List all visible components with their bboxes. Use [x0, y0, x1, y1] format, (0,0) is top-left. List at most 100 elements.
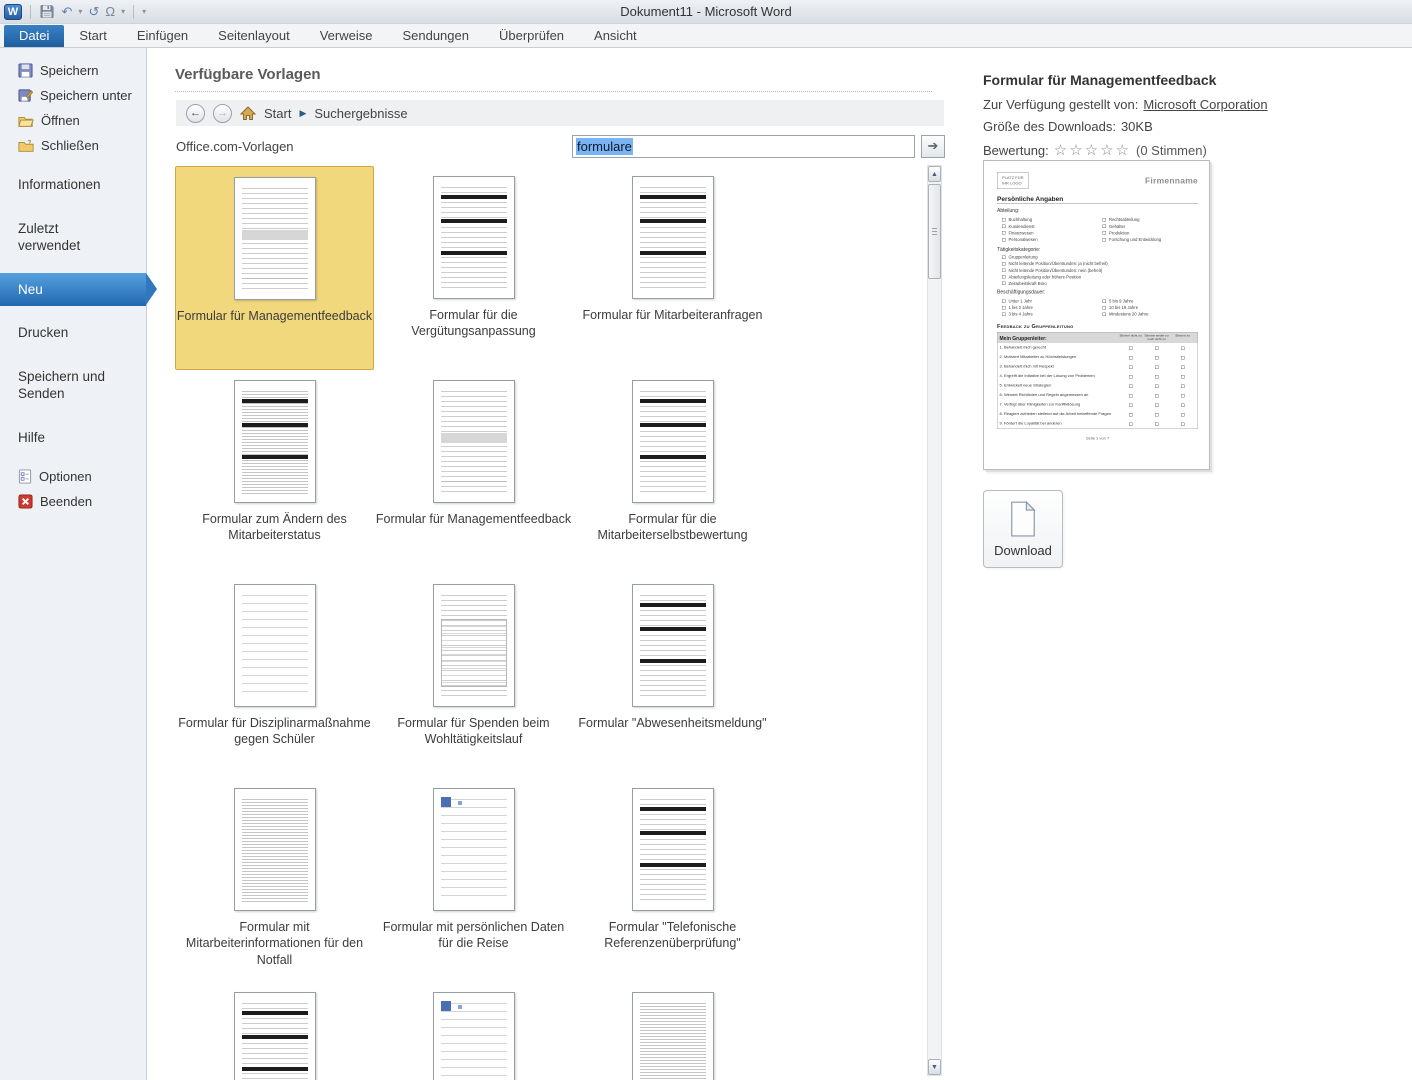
sidebar-item-speichern-und-senden[interactable]: Speichern und Senden — [0, 360, 130, 411]
sidebar-item-beenden[interactable]: Beenden — [0, 489, 146, 514]
sidebar-item-informationen[interactable]: Informationen — [0, 168, 146, 202]
sidebar-item-label: Optionen — [39, 469, 92, 484]
template-label: Formular für Spenden beim Wohltätigkeits… — [376, 715, 572, 748]
sidebar-item-neu[interactable]: Neu — [0, 273, 146, 307]
template-thumbnail — [234, 992, 316, 1080]
template-item[interactable]: Formular "Telefonische Referenzenüberprü… — [573, 778, 772, 982]
sidebar-item-optionen[interactable]: Optionen — [0, 464, 146, 489]
sidebar-item-label: Öffnen — [41, 113, 80, 128]
sidebar-item-schliessen[interactable]: Schließen — [0, 133, 146, 158]
template-label: Formular für die Vergütungsanpassung — [376, 307, 572, 340]
sidebar-item-speichern-unter[interactable]: Speichern unter — [0, 83, 146, 108]
tab-start[interactable]: Start — [64, 25, 121, 47]
breadcrumb-start[interactable]: Start — [264, 106, 291, 121]
provided-by-label: Zur Verfügung gestellt von: — [983, 97, 1138, 112]
template-item[interactable]: Formular für Managementfeedback — [175, 166, 374, 370]
tab-einfuegen[interactable]: Einfügen — [122, 25, 203, 47]
template-thumbnail — [632, 584, 714, 707]
download-button[interactable]: Download — [983, 490, 1063, 568]
template-item[interactable]: Formular für Disziplinarmaßnahme gegen S… — [175, 574, 374, 778]
back-button[interactable]: ← — [186, 104, 205, 123]
template-details-panel: Formular für Managementfeedback Zur Verf… — [960, 48, 1412, 1080]
template-thumbnail — [234, 177, 316, 300]
tab-ansicht[interactable]: Ansicht — [579, 25, 652, 47]
template-label: Formular "Telefonische Referenzenüberprü… — [575, 919, 771, 952]
template-label: Formular für die Mitarbeiterselbstbewert… — [575, 511, 771, 544]
tab-seitenlayout[interactable]: Seitenlayout — [203, 25, 305, 47]
sidebar-item-drucken[interactable]: Drucken — [0, 316, 146, 350]
tab-datei[interactable]: Datei — [4, 25, 64, 47]
template-grid: Formular für Managementfeedback Formular… — [175, 166, 772, 1080]
template-label: Formular "Abwesenheitsmeldung" — [575, 715, 771, 731]
scroll-down-button[interactable]: ▼ — [928, 1059, 941, 1075]
rating-label: Bewertung: — [983, 143, 1049, 158]
search-go-button[interactable]: ➔ — [921, 135, 945, 158]
save-as-icon — [18, 88, 33, 103]
details-title: Formular für Managementfeedback — [983, 72, 1412, 88]
template-thumbnail — [433, 176, 515, 299]
scrollbar-thumb[interactable] — [928, 184, 941, 279]
template-thumbnail — [234, 380, 316, 503]
template-item[interactable]: Formular für Managementfeedback — [374, 370, 573, 574]
home-icon[interactable] — [240, 106, 256, 121]
template-item[interactable]: Formular für die Mitarbeiterselbstbewert… — [573, 370, 772, 574]
template-thumbnail — [433, 788, 515, 911]
template-thumbnail — [433, 380, 515, 503]
preview-logo-placeholder: PLATZ FÜR IHR LOGO — [997, 172, 1028, 189]
template-item[interactable]: Formular zum Ändern des Mitarbeiterstatu… — [175, 370, 374, 574]
preview-company-name: Firmenname — [1145, 176, 1198, 186]
template-label: Formular für Managementfeedback — [177, 308, 373, 324]
backstage-view: Speichern Speichern unter Öffnen Schließ… — [0, 48, 1412, 1080]
template-item[interactable] — [573, 982, 772, 1080]
template-thumbnail — [632, 788, 714, 911]
template-item[interactable]: Formular mit Mitarbeiterinformationen fü… — [175, 778, 374, 982]
page-title: Verfügbare Vorlagen — [175, 66, 932, 92]
tab-verweise[interactable]: Verweise — [305, 25, 388, 47]
template-item[interactable]: Formular für Mitarbeiteranfragen — [573, 166, 772, 370]
rating-stars-icon[interactable]: ☆☆☆☆☆ — [1054, 141, 1131, 159]
sidebar-item-hilfe[interactable]: Hilfe — [0, 421, 146, 455]
sidebar-item-zuletzt-verwendet[interactable]: Zuletzt verwendet — [0, 212, 110, 263]
preview-field-label: Abteilung: — [997, 208, 1198, 214]
tab-ueberpruefen[interactable]: Überprüfen — [484, 25, 579, 47]
template-item[interactable]: Formular für die Vergütungsanpassung — [374, 166, 573, 370]
close-folder-icon — [18, 139, 34, 153]
template-thumbnail — [234, 788, 316, 911]
backstage-sidebar: Speichern Speichern unter Öffnen Schließ… — [0, 48, 147, 1080]
scrollbar[interactable]: ▲ ▼ — [927, 165, 942, 1076]
provider-link[interactable]: Microsoft Corporation — [1143, 97, 1267, 112]
search-input[interactable]: formulare — [572, 135, 915, 158]
template-label: Formular für Disziplinarmaßnahme gegen S… — [177, 715, 373, 748]
template-item[interactable]: Formular für Spenden beim Wohltätigkeits… — [374, 574, 573, 778]
template-thumbnail — [632, 992, 714, 1080]
search-text-selected: formulare — [576, 138, 633, 155]
template-preview: PLATZ FÜR IHR LOGO Firmenname Persönlich… — [983, 160, 1210, 470]
save-icon — [18, 63, 33, 78]
template-item[interactable]: Formular "Abwesenheitsmeldung" — [573, 574, 772, 778]
chevron-right-icon: ▶ — [299, 108, 306, 119]
breadcrumb: ← → Start ▶ Suchergebnisse — [176, 100, 944, 126]
sidebar-item-oeffnen[interactable]: Öffnen — [0, 108, 146, 133]
template-thumbnail — [632, 380, 714, 503]
template-item[interactable]: Formular mit persönlichen Daten für die … — [374, 778, 573, 982]
preview-page-footer: Seite 1 von 7 — [997, 436, 1198, 441]
document-icon — [1009, 501, 1037, 537]
template-item[interactable] — [374, 982, 573, 1080]
template-browser: Verfügbare Vorlagen ← → Start ▶ Sucherge… — [147, 48, 960, 1080]
preview-field-label: Tätigkeitskategorie: — [997, 247, 1198, 253]
preview-section-heading: Persönliche Angaben — [997, 195, 1198, 204]
tab-sendungen[interactable]: Sendungen — [387, 25, 484, 47]
rating-votes: (0 Stimmen) — [1136, 143, 1207, 158]
template-thumbnail — [433, 584, 515, 707]
sidebar-item-speichern[interactable]: Speichern — [0, 58, 146, 83]
options-icon — [18, 469, 32, 484]
preview-table-header: Mein Gruppenleiter: — [1000, 336, 1118, 342]
template-label: Formular zum Ändern des Mitarbeiterstatu… — [177, 511, 373, 544]
sidebar-item-label: Schließen — [41, 138, 99, 153]
template-thumbnail — [234, 584, 316, 707]
ribbon-tab-strip: Datei Start Einfügen Seitenlayout Verwei… — [0, 24, 1412, 48]
forward-button[interactable]: → — [213, 104, 232, 123]
template-thumbnail — [433, 992, 515, 1080]
template-item[interactable] — [175, 982, 374, 1080]
scroll-up-button[interactable]: ▲ — [928, 166, 941, 182]
